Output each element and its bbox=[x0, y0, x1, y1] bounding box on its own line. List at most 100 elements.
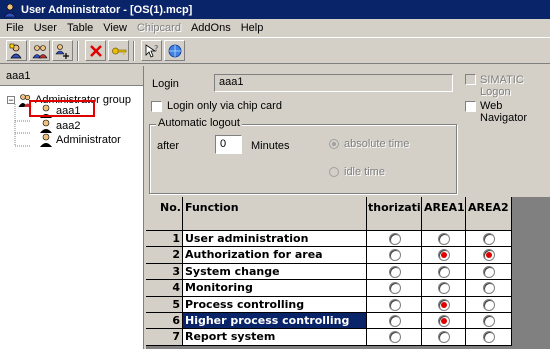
area2-cell[interactable] bbox=[466, 280, 512, 297]
area2-cell[interactable] bbox=[466, 231, 512, 248]
title-bar[interactable]: User Administrator - [OS(1).mcp] bbox=[0, 0, 550, 19]
toolbar-separator bbox=[133, 40, 135, 61]
area1-radio[interactable] bbox=[438, 315, 450, 327]
function-cell[interactable]: Process controlling bbox=[183, 296, 367, 313]
row-number[interactable]: 6 bbox=[146, 313, 183, 330]
function-cell[interactable]: Higher process controlling bbox=[183, 313, 367, 330]
automatic-logout-group bbox=[149, 124, 457, 194]
area1-radio[interactable] bbox=[438, 233, 450, 245]
function-cell[interactable]: Authorization for area bbox=[183, 247, 367, 264]
auth-cell[interactable] bbox=[367, 280, 422, 297]
function-cell[interactable]: User administration bbox=[183, 231, 367, 248]
row-number[interactable]: 1 bbox=[146, 231, 183, 248]
user-icon bbox=[39, 119, 53, 133]
row-number[interactable]: 2 bbox=[146, 247, 183, 264]
auth-radio[interactable] bbox=[388, 315, 401, 327]
tree-header: aaa1 bbox=[0, 66, 143, 86]
menu-file[interactable]: File bbox=[2, 22, 28, 34]
collapse-icon[interactable]: − bbox=[7, 96, 15, 105]
add-group-button[interactable] bbox=[29, 40, 50, 61]
area1-radio[interactable] bbox=[438, 298, 450, 311]
auth-cell[interactable] bbox=[367, 313, 422, 330]
area1-cell[interactable] bbox=[422, 329, 466, 346]
auth-radio[interactable] bbox=[388, 298, 401, 311]
area1-radio[interactable] bbox=[438, 331, 450, 344]
auth-radio[interactable] bbox=[388, 233, 401, 245]
area1-cell[interactable] bbox=[422, 231, 466, 248]
web-navigator-label: Web Navigator bbox=[480, 100, 528, 124]
idle-time-radio bbox=[329, 167, 339, 177]
area2-cell[interactable] bbox=[466, 313, 512, 330]
automatic-logout-legend: Automatic logout bbox=[156, 117, 242, 129]
login-field[interactable]: aaa1 bbox=[214, 74, 453, 92]
area2-cell[interactable] bbox=[466, 296, 512, 313]
copy-user-icon bbox=[54, 43, 69, 59]
tree-node-administrator[interactable]: Administrator bbox=[39, 133, 121, 147]
row-number[interactable]: 5 bbox=[146, 296, 183, 313]
grid-header-authorization[interactable]: thorizatio bbox=[367, 197, 422, 231]
auth-cell[interactable] bbox=[367, 329, 422, 346]
area2-radio[interactable] bbox=[483, 298, 495, 311]
grid-empty-area bbox=[512, 280, 550, 297]
auth-radio[interactable] bbox=[388, 249, 401, 262]
menu-user[interactable]: User bbox=[30, 22, 61, 34]
area2-cell[interactable] bbox=[466, 263, 512, 281]
delete-button[interactable] bbox=[85, 40, 106, 61]
row-number[interactable]: 4 bbox=[146, 280, 183, 297]
help-button[interactable]: ? bbox=[141, 40, 162, 61]
area1-cell[interactable] bbox=[422, 247, 466, 264]
grid-header-function[interactable]: Function bbox=[183, 197, 367, 231]
area2-cell[interactable] bbox=[466, 329, 512, 346]
menu-addons[interactable]: AddOns bbox=[187, 22, 235, 34]
tree-node-aaa2[interactable]: aaa2 bbox=[39, 119, 80, 133]
absolute-time-radio bbox=[329, 139, 339, 149]
area1-cell[interactable] bbox=[422, 313, 466, 330]
area2-radio[interactable] bbox=[483, 249, 495, 262]
area1-cell[interactable] bbox=[422, 296, 466, 313]
area2-radio[interactable] bbox=[483, 282, 495, 295]
tree-node-label: Administrator bbox=[56, 134, 121, 146]
area2-cell[interactable] bbox=[466, 247, 512, 264]
grid-header-area1[interactable]: AREA1 bbox=[422, 197, 466, 231]
menu-view[interactable]: View bbox=[99, 22, 131, 34]
grid-header-area2[interactable]: AREA2 bbox=[466, 197, 512, 231]
area1-cell[interactable] bbox=[422, 280, 466, 297]
row-number[interactable]: 7 bbox=[146, 329, 183, 346]
area1-radio[interactable] bbox=[438, 282, 450, 295]
area1-cell[interactable] bbox=[422, 263, 466, 281]
grid-header-no[interactable]: No. bbox=[146, 197, 183, 231]
auth-cell[interactable] bbox=[367, 247, 422, 264]
area1-radio[interactable] bbox=[438, 265, 450, 278]
auth-cell[interactable] bbox=[367, 296, 422, 313]
auth-radio[interactable] bbox=[388, 331, 401, 344]
auth-cell[interactable] bbox=[367, 263, 422, 281]
network-button[interactable] bbox=[164, 40, 185, 61]
function-cell[interactable]: Monitoring bbox=[183, 280, 367, 297]
grid-empty-area bbox=[512, 197, 550, 231]
menu-table[interactable]: Table bbox=[63, 22, 97, 34]
area2-radio[interactable] bbox=[483, 331, 495, 344]
password-button[interactable] bbox=[108, 40, 129, 61]
help-icon: ? bbox=[145, 44, 159, 58]
grid-empty-area bbox=[512, 247, 550, 264]
minutes-input[interactable]: 0 bbox=[215, 135, 242, 154]
function-cell[interactable]: System change bbox=[183, 263, 367, 281]
area1-radio[interactable] bbox=[438, 249, 450, 262]
auth-radio[interactable] bbox=[388, 265, 401, 278]
grid-empty-area bbox=[512, 263, 550, 281]
web-navigator-checkbox[interactable] bbox=[465, 101, 476, 112]
menu-help[interactable]: Help bbox=[237, 22, 268, 34]
tree-node-label: aaa2 bbox=[56, 120, 81, 132]
area2-radio[interactable] bbox=[483, 233, 495, 245]
function-cell[interactable]: Report system bbox=[183, 329, 367, 346]
copy-user-button[interactable] bbox=[52, 40, 73, 61]
auth-radio[interactable] bbox=[388, 282, 401, 295]
chip-card-checkbox[interactable] bbox=[151, 101, 162, 112]
add-user-button[interactable] bbox=[6, 40, 27, 61]
highlight-box bbox=[29, 100, 95, 117]
auth-cell[interactable] bbox=[367, 231, 422, 248]
area2-radio[interactable] bbox=[483, 315, 495, 327]
area2-radio[interactable] bbox=[483, 265, 495, 278]
user-tree[interactable]: − Administrator group aaa1 aaa2 Administ… bbox=[0, 86, 143, 349]
row-number[interactable]: 3 bbox=[146, 263, 183, 281]
